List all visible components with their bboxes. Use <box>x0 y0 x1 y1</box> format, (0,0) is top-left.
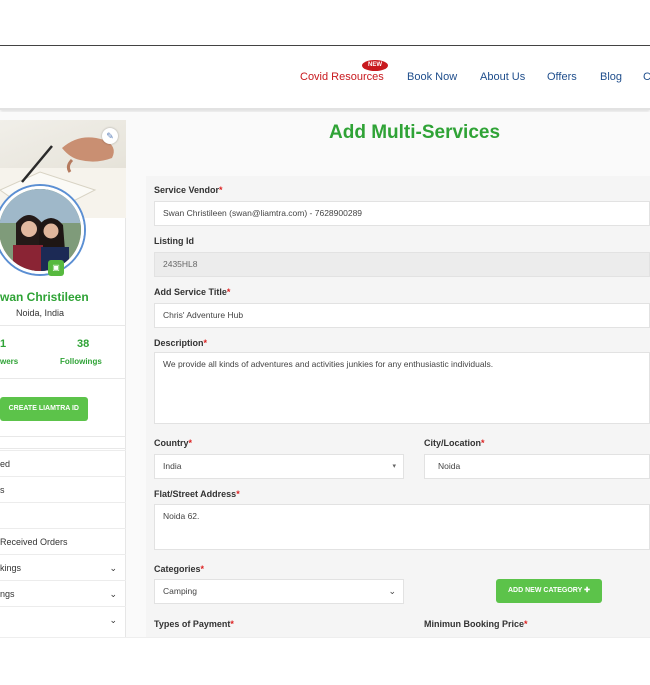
chevron-down-icon[interactable]: ⌄ <box>109 607 117 633</box>
sidebar-divider <box>0 436 126 437</box>
chevron-down-icon: ⌄ <box>388 586 396 596</box>
description-label: Description* <box>154 338 208 348</box>
page-title: Add Multi-Services <box>329 122 501 143</box>
payment-types-label: Types of Payment* <box>154 619 234 629</box>
sidebar-divider <box>0 325 126 326</box>
categories-select[interactable]: Camping ⌄ <box>154 579 404 604</box>
country-value: India <box>163 461 182 471</box>
service-title-input[interactable]: Chris' Adventure Hub <box>154 303 650 328</box>
new-badge: NEW <box>362 60 388 71</box>
create-liamtra-id-button[interactable]: CREATE LIAMTRA ID <box>0 397 88 421</box>
add-new-category-button[interactable]: ADD NEW CATEGORY ✚ <box>496 579 602 603</box>
city-label: City/Location* <box>424 438 485 448</box>
service-vendor-field[interactable]: Swan Christileen (swan@liamtra.com) - 76… <box>154 201 650 226</box>
followings-count[interactable]: 38 <box>77 338 89 350</box>
chevron-down-icon: ▾ <box>392 463 396 470</box>
street-address-textarea[interactable]: Noida 62. <box>154 504 650 550</box>
sidebar-menu-item-received-orders[interactable]: Received Orders <box>0 528 126 554</box>
sidebar-divider <box>0 378 126 379</box>
sidebar-divider <box>0 448 126 449</box>
avatar[interactable] <box>0 186 84 274</box>
nav-contact-truncated[interactable]: C <box>643 71 650 83</box>
sidebar-menu-item-listings[interactable]: ngs ⌄ <box>0 580 126 606</box>
followings-label[interactable]: Followings <box>60 357 102 366</box>
sidebar-menu-item-bookings[interactable]: kings ⌄ <box>0 554 126 580</box>
sidebar-menu-item[interactable]: ed <box>0 450 126 476</box>
nav-covid-resources[interactable]: Covid Resources <box>300 71 384 83</box>
edit-cover-icon[interactable]: ✎ <box>102 128 118 144</box>
top-navbar: Covid Resources Book Now About Us Offers… <box>0 46 650 110</box>
sidebar-menu-label: ed <box>0 459 11 469</box>
chevron-down-icon[interactable]: ⌄ <box>109 555 117 581</box>
sidebar-menu-label: Received Orders <box>0 537 68 547</box>
bottom-edge <box>0 637 650 638</box>
nav-about-us[interactable]: About Us <box>480 71 525 83</box>
avatar-photo <box>0 189 81 271</box>
street-address-label: Flat/Street Address* <box>154 489 240 499</box>
profile-name: wan Christileen <box>0 290 89 304</box>
followers-count[interactable]: 1 <box>0 338 6 350</box>
sidebar-menu-label: kings <box>0 563 22 573</box>
categories-value: Camping <box>163 586 198 596</box>
chevron-down-icon[interactable]: ⌄ <box>109 581 117 607</box>
sidebar-menu-label: ngs <box>0 589 15 599</box>
country-label: Country* <box>154 438 193 448</box>
nav-offers[interactable]: Offers <box>547 71 577 83</box>
categories-label: Categories* <box>154 564 205 574</box>
service-vendor-label: Service Vendor* <box>154 185 223 195</box>
service-title-label: Add Service Title* <box>154 287 231 297</box>
listing-id-field: 2435HL8 <box>154 252 650 277</box>
profile-sidebar: ✎ ▣ wan Christileen Noida, India 1 wers … <box>0 120 126 637</box>
city-input[interactable]: Noida <box>424 454 650 479</box>
nav-blog[interactable]: Blog <box>600 71 622 83</box>
followers-label[interactable]: wers <box>0 357 18 366</box>
nav-book-now[interactable]: Book Now <box>407 71 457 83</box>
description-textarea[interactable]: We provide all kinds of adventures and a… <box>154 352 650 424</box>
min-booking-price-label: Minimun Booking Price* <box>424 619 528 629</box>
sidebar-menu-item[interactable]: ⌄ <box>0 606 126 632</box>
plus-icon: ✚ <box>584 587 590 594</box>
profile-location: Noida, India <box>16 308 65 318</box>
country-select[interactable]: India ▾ <box>154 454 404 479</box>
sidebar-menu-item[interactable] <box>0 502 126 528</box>
sidebar-menu-label: s <box>0 485 5 495</box>
camera-icon[interactable]: ▣ <box>48 260 64 276</box>
listing-id-label: Listing Id <box>154 236 194 246</box>
sidebar-menu-item[interactable]: s <box>0 476 126 502</box>
